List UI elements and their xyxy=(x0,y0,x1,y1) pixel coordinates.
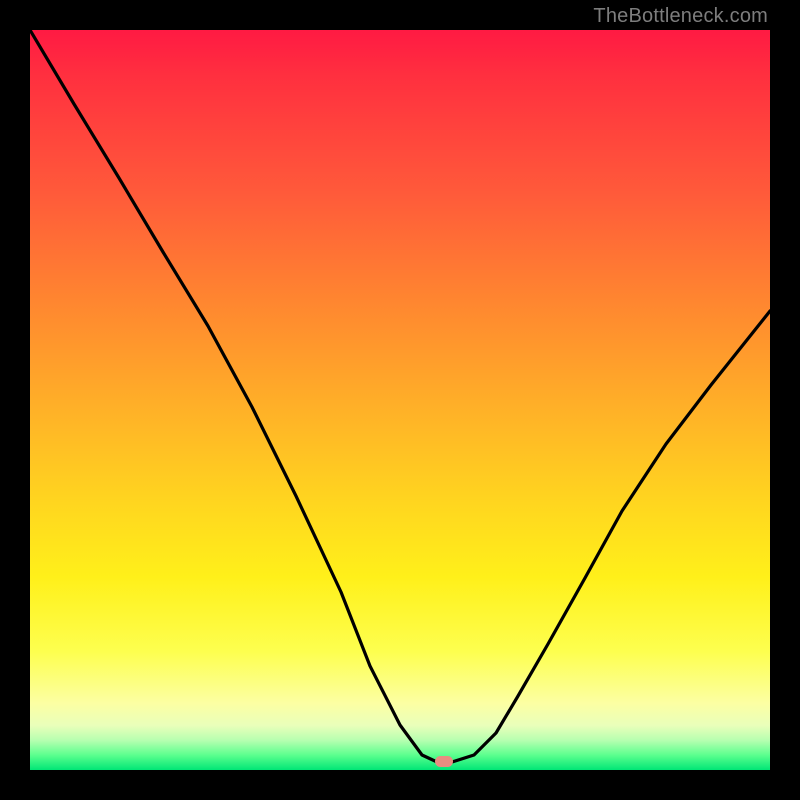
bottleneck-curve xyxy=(30,30,770,770)
plot-area xyxy=(30,30,770,770)
chart-frame: TheBottleneck.com xyxy=(0,0,800,800)
optimal-marker xyxy=(435,756,453,767)
watermark-text: TheBottleneck.com xyxy=(593,5,768,28)
